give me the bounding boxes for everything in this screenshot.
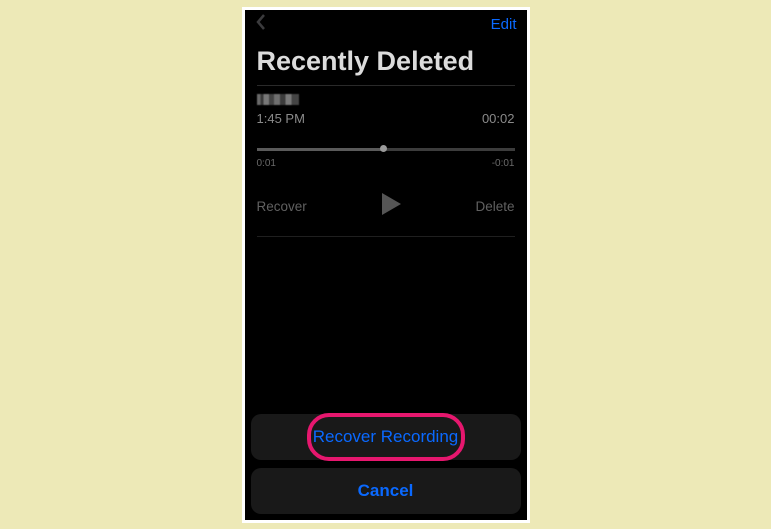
cancel-label: Cancel: [358, 481, 414, 501]
divider: [257, 236, 515, 237]
recording-item: 1:45 PM 00:02 0:01 -0:01 Recover Delete: [245, 86, 527, 236]
delete-button[interactable]: Delete: [475, 199, 514, 214]
play-icon[interactable]: [379, 191, 403, 222]
recover-recording-button[interactable]: Recover Recording: [251, 414, 521, 460]
back-chevron-icon[interactable]: [255, 13, 268, 36]
scrubber-knob[interactable]: [380, 145, 387, 152]
scrubber[interactable]: [257, 144, 515, 154]
recording-time: 1:45 PM: [257, 111, 305, 126]
recording-title-redacted: [257, 94, 299, 105]
recording-duration: 00:02: [482, 111, 515, 126]
remaining-time: -0:01: [492, 158, 515, 169]
phone-screen: Edit Recently Deleted 1:45 PM 00:02 0:01…: [242, 7, 530, 523]
recover-button[interactable]: Recover: [257, 199, 307, 214]
scrubber-fill: [257, 148, 383, 151]
edit-button[interactable]: Edit: [491, 16, 517, 33]
recover-recording-label: Recover Recording: [313, 427, 459, 447]
elapsed-time: 0:01: [257, 158, 276, 169]
playback-controls: Recover Delete: [257, 191, 515, 236]
cancel-button[interactable]: Cancel: [251, 468, 521, 514]
page-title: Recently Deleted: [245, 40, 527, 85]
nav-bar: Edit: [245, 10, 527, 40]
action-sheet: Recover Recording Cancel: [251, 406, 521, 514]
